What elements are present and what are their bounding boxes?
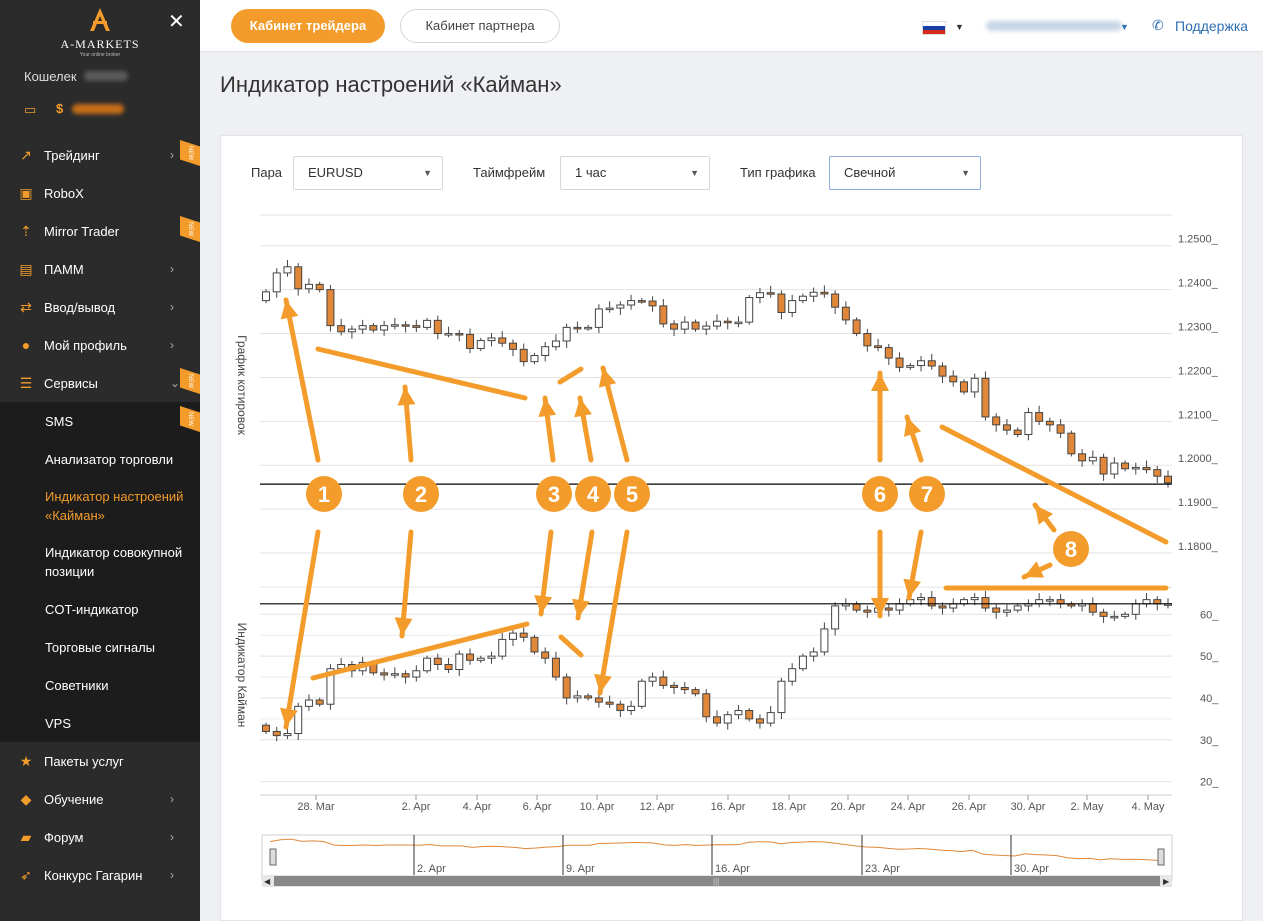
briefcase-icon: ▤ (19, 261, 33, 277)
timeframe-label: Таймфрейм (473, 165, 546, 180)
chevron-icon: › (170, 338, 174, 352)
pair-label: Пара (251, 165, 283, 180)
submenu-item-0[interactable]: SMS NEW (0, 402, 200, 440)
pair-value: EURUSD (308, 165, 363, 180)
close-sidebar-icon[interactable]: ✕ (168, 12, 185, 32)
graduation-icon: ◆ (20, 791, 32, 807)
sidebar-item-label: Форум (44, 829, 84, 845)
chevron-down-icon: ▼ (423, 168, 432, 178)
chart-type-value: Свечной (844, 165, 896, 180)
chevron-down-icon: ▼ (690, 168, 699, 178)
sidebar-item-bottom-0[interactable]: ★ Пакеты услуг (0, 742, 200, 780)
logo-text: A-MARKETS (60, 37, 140, 51)
arrows-icon: ⇡ (20, 223, 32, 239)
support-link[interactable]: Поддержка (1175, 18, 1248, 34)
submenu-item-3[interactable]: Индикатор совокупной позиции (0, 534, 200, 590)
timeframe-value: 1 час (575, 165, 607, 180)
sidebar-item-bottom-1[interactable]: ◆ Обучение › (0, 780, 200, 818)
submenu-item-4[interactable]: COT-индикатор (0, 590, 200, 628)
new-badge: NEW (180, 140, 200, 166)
logo[interactable]: A-MARKETS Your online broker (60, 6, 140, 58)
phone-icon[interactable]: ✆ (1152, 17, 1164, 34)
sidebar-item-bottom-2[interactable]: ▰ Форум › (0, 818, 200, 856)
submenu-item-label: Советники (45, 677, 109, 693)
sidebar-item-bottom-3[interactable]: ➶ Конкурс Гагарин › (0, 856, 200, 894)
chevron-icon: › (170, 792, 174, 806)
rocket-icon: ➶ (20, 867, 32, 883)
user-icon: ● (21, 337, 31, 353)
sidebar-item-main-5[interactable]: ● Мой профиль › (0, 326, 200, 364)
chat-icon: ▰ (20, 829, 32, 845)
submenu-item-label: Индикатор настроений «Кайман» (45, 489, 184, 523)
submenu-item-7[interactable]: VPS (0, 704, 200, 742)
sidebar-item-label: ПАММ (44, 261, 84, 277)
timeframe-select[interactable]: 1 час ▼ (560, 156, 710, 190)
partner-cabinet-button[interactable]: Кабинет партнера (400, 9, 560, 43)
user-email-redacted[interactable] (986, 21, 1122, 31)
balance-currency: $ (56, 101, 64, 116)
submenu-item-1[interactable]: Анализатор торговли (0, 440, 200, 478)
chart-card: Пара EURUSD ▼ Таймфрейм 1 час ▼ Тип график… (220, 135, 1243, 921)
transfer-icon: ⇄ (20, 299, 32, 315)
chevron-icon: › (170, 300, 174, 314)
services-submenu: SMS NEW Анализатор торговли Индикатор настр… (0, 402, 200, 742)
chevron-icon: › (170, 830, 174, 844)
sidebar-item-label: Трейдинг (44, 147, 100, 163)
wallet-icon: ▭ (24, 102, 37, 117)
logo-mark-icon (90, 8, 110, 31)
submenu-item-label: Индикатор совокупной позиции (45, 545, 183, 579)
submenu-item-label: Анализатор торговли (45, 451, 174, 467)
submenu-item-2[interactable]: Индикатор настроений «Кайман» (0, 478, 200, 534)
balance-redacted (72, 104, 124, 114)
sidebar-item-main-2[interactable]: ⇡ Mirror Trader NEW (0, 212, 200, 250)
language-flag-icon[interactable] (922, 21, 946, 35)
chart-type-label: Тип графика (740, 165, 816, 180)
sliders-icon: ☰ (19, 375, 33, 391)
wallet-number-redacted (84, 71, 128, 81)
chevron-icon: › (170, 868, 174, 882)
submenu-item-label: Торговые сигналы (45, 639, 156, 655)
topbar: Кабинет трейдера Кабинет партнера ▼ ▼ ✆ … (200, 0, 1263, 52)
sidebar: A-MARKETS Your online broker ✕ Кошелек ▭… (0, 0, 200, 921)
sidebar-item-main-1[interactable]: ▣ RoboX (0, 174, 200, 212)
submenu-item-5[interactable]: Торговые сигналы (0, 628, 200, 666)
submenu-item-label: VPS (45, 715, 72, 731)
sidebar-item-label: Ввод/вывод (44, 299, 116, 315)
chevron-down-icon: ▼ (961, 168, 970, 178)
submenu-item-label: COT-индикатор (45, 601, 139, 617)
star-icon: ★ (19, 753, 33, 769)
page-title: Индикатор настроений «Кайман» (220, 72, 562, 97)
sidebar-item-label: RoboX (44, 185, 84, 201)
chevron-icon: ⌄ (170, 376, 181, 390)
logo-tagline: Your online broker (79, 52, 121, 58)
chevron-icon: › (170, 262, 174, 276)
user-menu-caret-icon[interactable]: ▼ (1120, 22, 1129, 32)
pair-select[interactable]: EURUSD ▼ (293, 156, 443, 190)
sidebar-item-label: Сервисы (44, 375, 98, 391)
new-badge: NEW (180, 216, 200, 242)
sidebar-item-label: Пакеты услуг (44, 753, 124, 769)
submenu-item-label: SMS (45, 413, 74, 429)
language-caret-icon[interactable]: ▼ (955, 22, 964, 32)
new-badge: NEW (180, 368, 200, 394)
sidebar-item-main-0[interactable]: ↗ Трейдинг › NEW (0, 136, 200, 174)
trend-icon: ↗ (20, 147, 32, 163)
submenu-item-6[interactable]: Советники (0, 666, 200, 704)
sidebar-item-label: Обучение (44, 791, 104, 807)
sidebar-item-main-4[interactable]: ⇄ Ввод/вывод › (0, 288, 200, 326)
wallet-label: Кошелек (24, 69, 77, 84)
sidebar-menu: ↗ Трейдинг › NEW ▣ RoboX ⇡ Mirror Trader NEW ▤ ПАМ… (0, 136, 200, 894)
sidebar-item-label: Mirror Trader (44, 223, 120, 239)
chevron-icon: › (170, 148, 174, 162)
chart-type-select[interactable]: Свечной ▼ (829, 156, 981, 190)
sidebar-item-label: Конкурс Гагарин (44, 867, 143, 883)
robot-icon: ▣ (19, 185, 33, 201)
sidebar-item-main-3[interactable]: ▤ ПАММ › (0, 250, 200, 288)
sidebar-item-label: Мой профиль (44, 337, 127, 353)
trader-cabinet-button[interactable]: Кабинет трейдера (231, 9, 385, 43)
sidebar-item-main-6[interactable]: ☰ Сервисы ⌄ NEW (0, 364, 200, 402)
